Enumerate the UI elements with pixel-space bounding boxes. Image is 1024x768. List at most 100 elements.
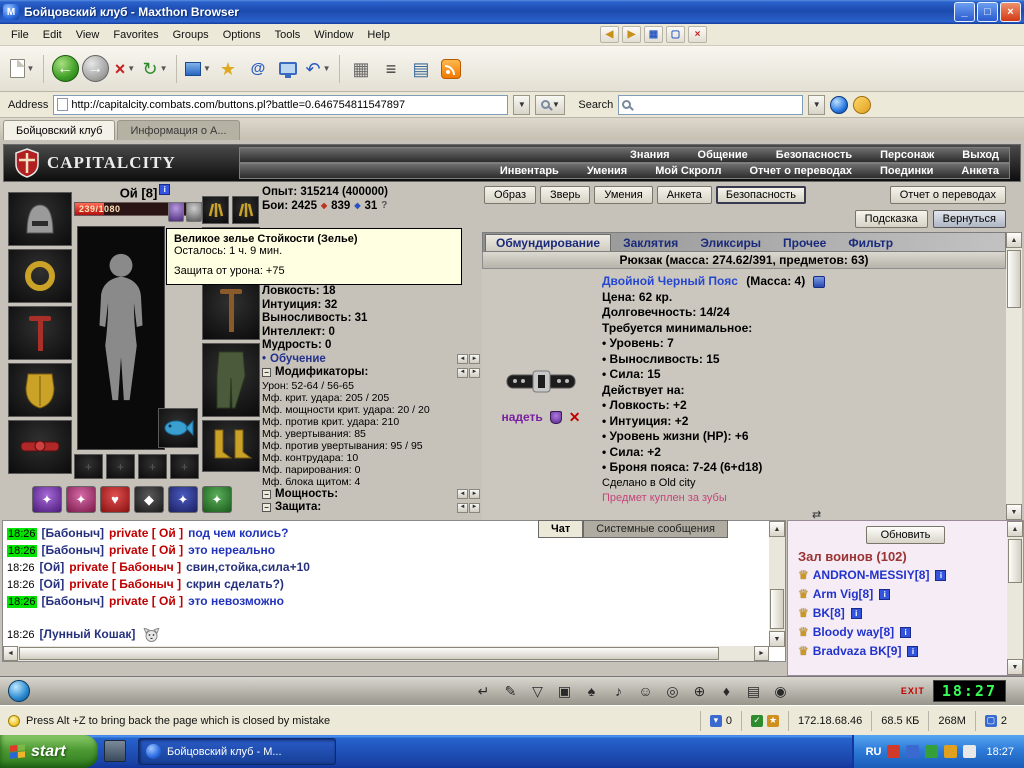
- warrior-name[interactable]: BK[8]: [813, 604, 845, 623]
- inventory-scrollbar[interactable]: ▲ ▼: [1006, 232, 1022, 520]
- search-dropdown-icon[interactable]: ▼: [808, 95, 825, 115]
- tab-other[interactable]: Прочее: [773, 235, 836, 251]
- menu-edit[interactable]: Edit: [36, 26, 69, 44]
- scroll-up-icon[interactable]: ▲: [769, 521, 785, 537]
- scroll-down-icon[interactable]: ▼: [1007, 659, 1023, 675]
- refresh-button[interactable]: Обновить: [866, 526, 946, 544]
- split-view-icon[interactable]: ▦: [644, 26, 663, 43]
- maxthon-orb-icon[interactable]: [830, 96, 848, 114]
- edit-highlight-icon[interactable]: [853, 96, 871, 114]
- potion-buff-icon-2[interactable]: [186, 202, 202, 222]
- maxthon-tray-icon[interactable]: [906, 745, 919, 758]
- external-page-button[interactable]: ▤: [407, 50, 435, 88]
- menu-window[interactable]: Window: [307, 26, 360, 44]
- address-dropdown-icon[interactable]: ▼: [513, 95, 530, 115]
- wear-link[interactable]: надеть: [501, 410, 542, 424]
- close-button[interactable]: ×: [1000, 2, 1021, 22]
- rss-button[interactable]: [437, 50, 465, 88]
- glove-left-slot[interactable]: [202, 196, 229, 224]
- ring-slot-2[interactable]: +: [106, 454, 135, 479]
- tab-chat[interactable]: Чат: [538, 520, 583, 538]
- legs-slot[interactable]: [202, 343, 260, 417]
- bank-icon[interactable]: ▤: [742, 680, 765, 702]
- effect-icon-1[interactable]: ✦: [32, 486, 62, 513]
- spin-right-icon[interactable]: ►: [469, 368, 480, 378]
- backpack-icon[interactable]: [813, 276, 825, 288]
- resources-button[interactable]: ▦: [347, 50, 375, 88]
- scrollbar-thumb[interactable]: [770, 589, 784, 629]
- scrollbar-thumb[interactable]: [19, 647, 719, 660]
- chat-vertical-scrollbar[interactable]: ▲ ▼: [769, 521, 785, 647]
- spin-right-icon[interactable]: ►: [469, 354, 480, 364]
- gem-icon[interactable]: ♦: [715, 680, 738, 702]
- music-icon[interactable]: ♪: [607, 680, 630, 702]
- groups-dropdown-icon[interactable]: ▼: [203, 64, 211, 73]
- scroll-up-icon[interactable]: ▲: [1007, 521, 1023, 537]
- helmet-slot[interactable]: [8, 192, 72, 246]
- web-icon[interactable]: ♠: [580, 680, 603, 702]
- menu-favorites[interactable]: Favorites: [106, 26, 165, 44]
- effect-icon-4[interactable]: ◆: [134, 486, 164, 513]
- menu-view[interactable]: View: [69, 26, 107, 44]
- task-button-fight-club[interactable]: Бойцовский клуб - M...: [138, 738, 336, 765]
- spin-right-icon[interactable]: ►: [469, 503, 480, 513]
- profile-button[interactable]: Анкета: [657, 186, 712, 204]
- training-link[interactable]: Обучение: [270, 353, 326, 367]
- nav-inventory[interactable]: Инвентарь: [500, 165, 559, 177]
- stop-button[interactable]: ×▼: [111, 50, 139, 88]
- effect-icon-6[interactable]: ✦: [202, 486, 232, 513]
- tab-equipment[interactable]: Обмундирование: [485, 234, 611, 251]
- scroll-up-icon[interactable]: ▲: [1006, 232, 1022, 248]
- search-input[interactable]: [634, 99, 799, 111]
- shield-tray-icon[interactable]: [944, 745, 957, 758]
- info-icon[interactable]: i: [879, 589, 890, 600]
- stop-dropdown-icon[interactable]: ▼: [127, 64, 135, 73]
- return-button[interactable]: Вернуться: [933, 210, 1006, 228]
- contacts-button[interactable]: @: [244, 50, 272, 88]
- tab-spells[interactable]: Заклятия: [613, 235, 688, 251]
- warrior-name[interactable]: Bloody way[8]: [813, 623, 894, 642]
- nav-exit[interactable]: Выход: [962, 149, 999, 161]
- nav-profile[interactable]: Анкета: [961, 165, 999, 177]
- pet-slot[interactable]: [158, 408, 198, 448]
- warrior-name[interactable]: Arm Vig[8]: [813, 585, 873, 604]
- tab-fight-club[interactable]: Бойцовский клуб: [3, 120, 115, 140]
- info-icon[interactable]: i: [851, 608, 862, 619]
- menu-help[interactable]: Help: [360, 26, 397, 44]
- message-nick[interactable]: [Ой]: [40, 577, 65, 591]
- scroll-down-icon[interactable]: ▼: [1006, 504, 1022, 520]
- nav-my-scroll[interactable]: Мой Скролл: [655, 165, 721, 177]
- exit-button[interactable]: EXIT: [901, 686, 925, 696]
- message-nick[interactable]: [Ой]: [40, 560, 65, 574]
- skills-button[interactable]: Умения: [594, 186, 652, 204]
- nav-knowledge[interactable]: Знания: [630, 149, 669, 161]
- message-nick[interactable]: [Бабоныч]: [42, 526, 105, 540]
- address-field[interactable]: [53, 95, 508, 115]
- target-icon[interactable]: ◎: [661, 680, 684, 702]
- groups-button[interactable]: ▼: [184, 50, 212, 88]
- refresh-button[interactable]: ↻▼: [141, 50, 169, 88]
- delete-item-icon[interactable]: ✕: [569, 410, 581, 424]
- fights-help-icon[interactable]: ?: [381, 201, 387, 211]
- ring-slot-3[interactable]: +: [138, 454, 167, 479]
- spin-left-icon[interactable]: ◄: [457, 489, 468, 499]
- image-button[interactable]: Образ: [484, 186, 536, 204]
- belt-slot[interactable]: [8, 420, 72, 474]
- plus-icon[interactable]: ⊕: [688, 680, 711, 702]
- nav-skills[interactable]: Умения: [587, 165, 627, 177]
- undo-dropdown-icon[interactable]: ▼: [323, 64, 331, 73]
- chat-horizontal-scrollbar[interactable]: ◄ ►: [3, 646, 769, 661]
- search-field[interactable]: [618, 95, 803, 115]
- nav-transfer-report[interactable]: Отчет о переводах: [749, 165, 852, 177]
- close-tab-icon[interactable]: ×: [688, 26, 707, 43]
- volume-tray-icon[interactable]: [963, 745, 976, 758]
- message-nick[interactable]: [Бабоныч]: [42, 594, 105, 608]
- hint-button[interactable]: Подсказка: [855, 210, 928, 228]
- tab-system-messages[interactable]: Системные сообщения: [583, 520, 728, 538]
- ring-slot-1[interactable]: +: [74, 454, 103, 479]
- scroll-down-icon[interactable]: ▼: [769, 631, 785, 647]
- new-window-icon[interactable]: ▢: [666, 26, 685, 43]
- boots-slot[interactable]: [202, 420, 260, 472]
- nav-security[interactable]: Безопасность: [776, 149, 852, 161]
- favorites-button[interactable]: ★: [214, 50, 242, 88]
